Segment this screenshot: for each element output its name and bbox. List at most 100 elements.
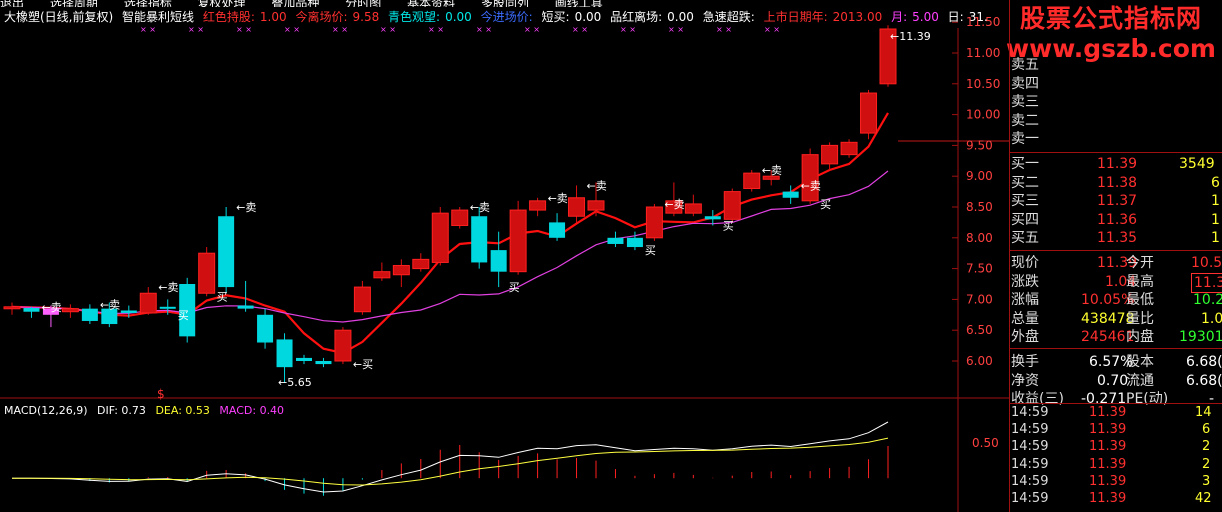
tick-volume: 14 [1195, 405, 1212, 420]
stat-label: 今开 [1126, 254, 1154, 271]
tick-row: 14:59 11.39 2 [1011, 457, 1222, 474]
buy-signal-label: 买 [178, 309, 189, 322]
sell-signal-label: ←卖 [41, 301, 61, 314]
axis-label: 7.50 [966, 262, 993, 276]
ask-2-row: 卖二 [1011, 112, 1222, 131]
bid-volume: 1 [1211, 211, 1220, 228]
axis-label: 8.00 [966, 231, 993, 245]
ask-label: 卖四 [1011, 75, 1039, 92]
divider [1010, 403, 1222, 404]
bid-volume: 6 [1211, 174, 1220, 191]
price-chart[interactable]: 11.50 11.00 10.50 10.00 9.50 9.00 8.50 8.00 7.50… [0, 0, 1010, 512]
divider [1010, 152, 1222, 153]
bid-label: 买四 [1011, 211, 1039, 228]
candle-body [860, 92, 878, 134]
ask-label: 卖一 [1011, 131, 1039, 148]
candle-body [490, 250, 507, 272]
candle-body [120, 310, 137, 313]
fund-label: 换手 [1011, 353, 1039, 370]
axis-label: 11.00 [966, 46, 1000, 60]
buy-signal-label: 买 [645, 244, 656, 257]
fund-row-turnover: 换手 6.57% 股本 6.68( [1011, 353, 1222, 372]
sell-signal-label: ←卖 [762, 164, 782, 177]
candle-body [743, 172, 761, 190]
fund-value: 0.70 [1097, 372, 1129, 389]
candle-body [840, 141, 858, 156]
candle-body [218, 216, 235, 288]
moving-average-lines [11, 112, 889, 355]
candle-body [684, 203, 702, 214]
signal-cross-icon: × × [572, 25, 588, 34]
macd-panel [11, 421, 889, 496]
bid-5-row: 买五 11.35 1 [1011, 229, 1222, 248]
tick-row: 14:59 11.39 14 [1011, 405, 1222, 422]
candle-body [568, 197, 586, 217]
stat-value: 10.2 [1193, 292, 1222, 309]
candle-body [412, 258, 430, 270]
candle-body [373, 271, 391, 279]
candle-body [782, 191, 799, 198]
watermark-title: 股票公式指标网 [1019, 4, 1202, 33]
macd-title: MACD(12,26,9) DIF: 0.73 DEA: 0.53 MACD: … [4, 404, 290, 418]
candle-body [257, 314, 274, 343]
fund-label: 股本 [1126, 353, 1154, 370]
candle-body [626, 237, 643, 248]
axis-label: 6.00 [966, 354, 993, 368]
axis-label: 9.00 [966, 169, 993, 183]
axis-label: 6.50 [966, 323, 993, 337]
tick-time: 14:59 [1011, 439, 1049, 455]
buy-signal-label: ←买 [353, 358, 373, 371]
stat-row-price: 现价 11.39 今开 10.5 [1011, 254, 1222, 273]
bid-price: 11.35 [1097, 230, 1138, 247]
buy-signal-label: 买 [509, 281, 520, 294]
macd-dea-line [12, 437, 889, 486]
bid-volume: 1 [1211, 193, 1220, 210]
tick-time: 14:59 [1011, 422, 1049, 438]
site-watermark: 股票公式指标网 www.gszb.com [1002, 2, 1220, 63]
macd-dif-line [11, 421, 889, 493]
candle-body [139, 292, 157, 314]
bid-label: 买三 [1011, 193, 1039, 210]
bid-label: 买五 [1011, 230, 1039, 247]
tick-price: 11.39 [1089, 405, 1127, 420]
stat-value: 10.5 [1191, 254, 1222, 271]
stat-label: 外盘 [1011, 329, 1039, 346]
candle-body [159, 306, 176, 309]
sell-signal-label: ←卖 [587, 179, 607, 192]
candle-body [353, 286, 371, 313]
stat-label: 现价 [1011, 254, 1039, 271]
candle-body [81, 308, 98, 321]
fund-label: 流通 [1126, 372, 1154, 389]
bid-4-row: 买四 11.36 1 [1011, 211, 1222, 230]
macd-dea: DEA: 0.53 [155, 404, 210, 417]
stat-row-volume: 总量 438478 量比 1.0 [1011, 310, 1222, 329]
candle-body [296, 357, 312, 361]
candle-body [509, 209, 527, 273]
axis-label: 7.00 [966, 292, 993, 306]
candle-body [23, 308, 40, 312]
candle-body [471, 216, 488, 263]
signal-markers: ←卖 ←卖←卖←卖 ←卖←卖←卖←卖←卖←卖买买←买买买买买× × × × × × × ×… [41, 25, 831, 371]
tick-row: 14:59 11.39 3 [1011, 474, 1222, 491]
candle-body [431, 212, 449, 263]
stat-label: 最低 [1126, 292, 1154, 309]
sell-signal-label: ←卖 [548, 192, 568, 205]
bid-label: 买一 [1011, 155, 1039, 172]
tick-price: 11.39 [1089, 439, 1127, 455]
price-axis: 11.50 11.00 10.50 10.00 9.50 9.00 8.50 8.00 7.50… [952, 15, 1000, 368]
bid-1-row: 买一 11.39 3549 [1011, 155, 1222, 174]
low-annotation: ←5.65 [278, 376, 312, 389]
macd-axis-label: 0.50 [972, 436, 999, 450]
tick-row: 14:59 11.39 2 [1011, 439, 1222, 456]
bid-price: 11.38 [1097, 174, 1138, 191]
tick-time: 14:59 [1011, 473, 1049, 489]
bid-price: 11.39 [1097, 155, 1138, 172]
tick-time: 14:59 [1011, 456, 1049, 472]
signal-cross-icon: × × [524, 25, 540, 34]
stat-row-change: 涨跌 1.04 最高 11.3 [1011, 272, 1222, 293]
candle-body [315, 361, 332, 365]
buy-signal-label: 买 [820, 198, 831, 211]
signal-cross-icon: × × [716, 25, 732, 34]
candlestick-series [3, 25, 897, 383]
stat-row-outer: 外盘 245461 内盘 19301 [1011, 328, 1222, 347]
